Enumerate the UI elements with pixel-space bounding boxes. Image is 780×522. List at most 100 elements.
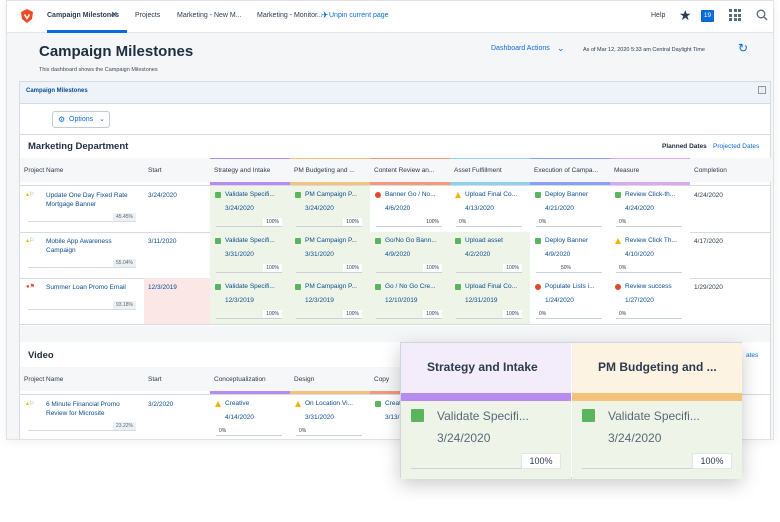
milestone-progress-value: 100% [343, 264, 362, 272]
active-tab-indicator [47, 30, 127, 33]
zoom-milestone-cell[interactable]: Validate Specifi... 3/24/2020 100% [572, 401, 742, 479]
column-top-accent [530, 158, 610, 159]
milestone-progress-bar: 100% [376, 264, 442, 273]
panel-menu-icon[interactable]: ⋮ [758, 86, 766, 94]
milestone-name-link[interactable]: Upload asset [465, 237, 503, 244]
milestone-name-link[interactable]: Deploy Banner [545, 191, 588, 198]
milestone-date: 4/9/2020 [385, 251, 411, 258]
refresh-icon[interactable]: ↻ [738, 41, 748, 55]
tab-projects[interactable]: Projects [135, 12, 160, 19]
notifications-badge[interactable]: 19 [701, 10, 714, 22]
warning-status-icon [295, 401, 301, 407]
help-link[interactable]: Help [651, 12, 665, 19]
pin-icon[interactable]: ✈ [321, 10, 329, 21]
chevron-down-icon[interactable]: ⌄ [557, 43, 565, 54]
dashboard-actions-button[interactable]: Dashboard Actions [491, 45, 550, 52]
project-name-link[interactable]: 6 Minute Financial Promo Review for Micr… [46, 400, 138, 418]
milestone-progress-value: 100% [343, 218, 362, 226]
milestone-name-link[interactable]: Review Click Th... [625, 237, 677, 244]
column-header[interactable]: Content Review an... [370, 158, 450, 182]
column-header[interactable]: Strategy and Intake [210, 158, 290, 182]
milestone-date: 4/24/2020 [625, 205, 654, 212]
milestone-name-link[interactable]: PM Campaign P... [305, 237, 357, 244]
milestone-progress-value: 0% [456, 218, 470, 226]
milestone-name-link[interactable]: On Location Vi... [305, 400, 353, 407]
milestone-date: 4/2/2020 [465, 251, 491, 258]
milestone-progress-bar: 100% [296, 264, 362, 273]
milestone-progress-bar: 100% [296, 218, 362, 227]
project-name-link[interactable]: Update One Day Fixed Rate Mortgage Banne… [46, 191, 138, 209]
complete-status-icon [535, 192, 541, 198]
app-launcher-icon[interactable] [729, 9, 741, 21]
project-name-link[interactable]: Summer Loan Promo Email [46, 283, 138, 292]
column-header[interactable]: Measure [610, 158, 690, 182]
page-subtitle: This dashboard shows the Campaign Milest… [39, 67, 158, 73]
column-header[interactable]: Design [290, 367, 370, 391]
tab-marketing-monitor[interactable]: Marketing - Monitor... [257, 12, 323, 19]
complete-status-icon [295, 238, 301, 244]
milestone-date: 12/3/2019 [225, 297, 254, 304]
column-header[interactable]: Conceptualization [210, 367, 290, 391]
column-header[interactable]: Start [144, 367, 210, 391]
project-name-link[interactable]: Mobile App Awareness Campaign [46, 237, 138, 255]
zoom-milestone-name[interactable]: Validate Specifi... [437, 409, 529, 423]
column-top-accent [450, 158, 530, 159]
milestone-name-link[interactable]: Review Click-th... [625, 191, 675, 198]
completion-date: 4/24/2020 [694, 192, 723, 199]
milestone-name-link[interactable]: Upload Final Co... [465, 283, 517, 290]
zoom-column-strategy: Strategy and Intake Validate Specifi... … [401, 343, 571, 479]
planned-dates-toggle[interactable]: Planned Dates [662, 143, 707, 150]
column-header[interactable]: PM Budgeting and ... [290, 158, 370, 182]
milestone-name-link[interactable]: PM Campaign P... [305, 283, 357, 290]
milestone-name-link[interactable]: Banner Go / No... [385, 191, 436, 198]
unpin-current-page-link[interactable]: Unpin current page [329, 12, 389, 19]
milestone-name-link[interactable]: Upload Final Co... [465, 191, 517, 198]
milestone-name-link[interactable]: Review success [625, 283, 672, 290]
milestone-progress-bar: 0% [616, 310, 682, 319]
milestone-name-link[interactable]: Go/No Go Bann... [385, 237, 437, 244]
milestone-name-link[interactable]: Go / No Go Cre... [385, 283, 436, 290]
milestone-progress-bar: 0% [456, 218, 522, 227]
milestone-name-link[interactable]: Creative [225, 400, 249, 407]
milestone-name-link[interactable]: Validate Specifi... [225, 191, 275, 198]
milestone-date: 3/24/2020 [225, 205, 254, 212]
project-percent-complete: 23.22% [28, 421, 136, 431]
projected-dates-toggle-video[interactable]: ates [746, 352, 758, 359]
options-button[interactable]: ⚙ Options ⌄ [52, 111, 110, 128]
app-logo-icon[interactable] [19, 8, 35, 24]
column-header[interactable]: Completion [690, 158, 772, 182]
column-header[interactable]: Project Name [20, 158, 144, 182]
zoom-milestone-cell[interactable]: Validate Specifi... 3/24/2020 100% [401, 401, 571, 479]
tab-marketing-new[interactable]: Marketing - New M... [177, 12, 242, 19]
zoom-progress-value: 100% [692, 453, 732, 469]
milestone-name-link[interactable]: Validate Specifi... [225, 283, 275, 290]
section-gap [20, 326, 770, 342]
star-icon[interactable]: ★ [679, 7, 692, 24]
column-header[interactable]: Execution of Campa... [530, 158, 610, 182]
complete-status-icon [411, 409, 424, 422]
top-navigation-bar: Campaign Milestones × Projects Marketing… [7, 1, 773, 33]
milestone-name-link[interactable]: PM Campaign P... [305, 191, 357, 198]
milestone-progress-value: 100% [423, 264, 442, 272]
project-status-icons: ▴⚐ [26, 192, 35, 198]
milestone-progress-bar: 100% [376, 218, 442, 227]
projected-dates-toggle[interactable]: Projected Dates [713, 143, 759, 150]
milestone-progress-value: 100% [343, 310, 362, 318]
milestone-progress-bar: 100% [216, 218, 282, 227]
milestone-name-link[interactable]: Deploy Banner [545, 237, 588, 244]
column-header[interactable]: Start [144, 158, 210, 182]
column-top-accent [210, 158, 290, 159]
milestone-name-link[interactable]: Validate Specifi... [225, 237, 275, 244]
row-divider [20, 324, 770, 325]
close-tab-icon[interactable]: × [111, 9, 117, 21]
column-header[interactable]: Project Name [20, 367, 144, 391]
as-of-timestamp: As of Mar 12, 2020 5:33 am Central Dayli… [583, 47, 705, 53]
milestone-progress-bar: 0% [296, 427, 362, 436]
page-title: Campaign Milestones [39, 43, 194, 60]
zoom-milestone-name[interactable]: Validate Specifi... [608, 409, 700, 423]
milestone-name-link[interactable]: Populate Lists i... [545, 283, 595, 290]
search-icon[interactable] [756, 9, 768, 21]
column-header[interactable]: Asset Fulfillment [450, 158, 530, 182]
milestone-progress-value: 50% [558, 264, 575, 272]
tab-campaign-milestones[interactable]: Campaign Milestones [47, 12, 119, 19]
